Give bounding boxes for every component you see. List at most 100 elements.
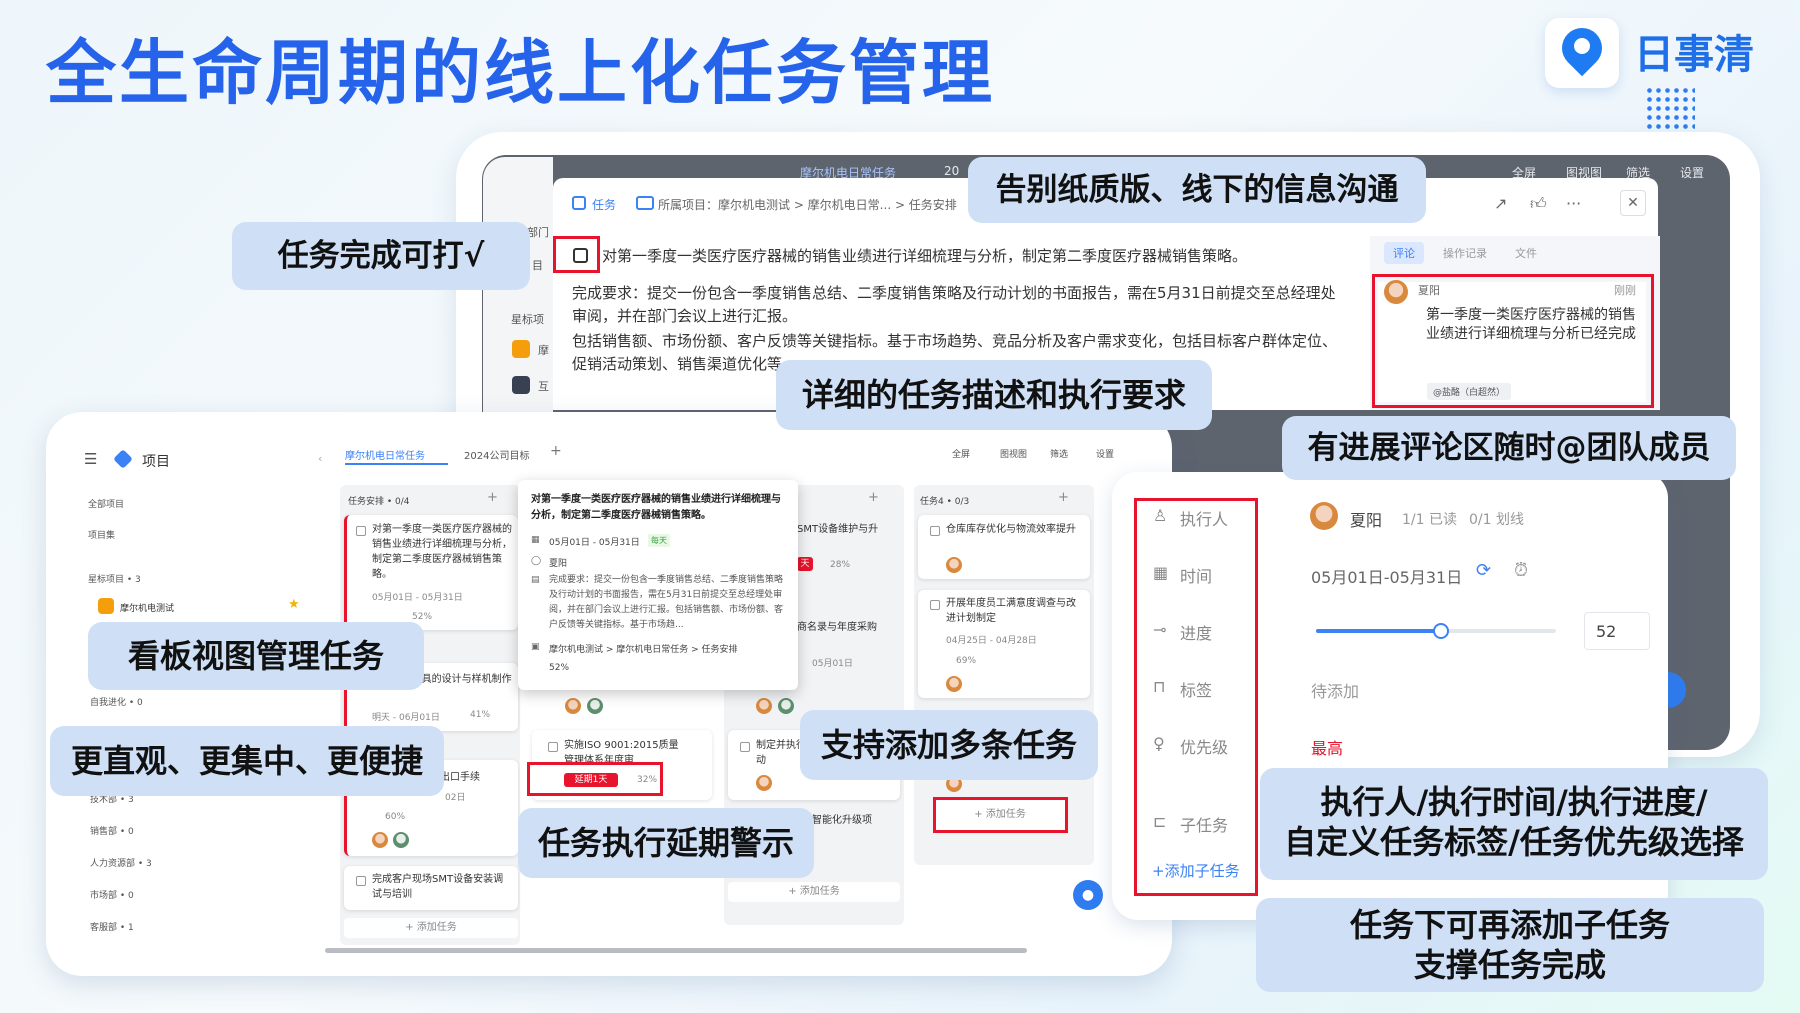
horizontal-scrollbar[interactable] [325,948,1027,953]
sidebar-group[interactable]: 市场部 • 0 [90,888,134,901]
toolbar-settings[interactable]: 设置 [1680,164,1704,181]
star-icon[interactable]: ★ [288,597,300,612]
task-card-progress: 69% [956,656,977,666]
back-sidebar-item[interactable]: 星标项 [511,311,544,327]
callout-intuitive: 更直观、更集中、更便捷 [50,726,444,796]
add-card-icon[interactable]: + [1058,490,1069,505]
progress-input[interactable] [1584,612,1650,650]
sidebar-group[interactable]: 自我进化 • 0 [90,695,143,708]
close-icon[interactable]: ✕ [1620,190,1646,216]
field-progress-label: 进度 [1180,624,1213,643]
callout-fields: 执行人/执行时间/执行进度/ 自定义任务标签/任务优先级选择 [1260,768,1768,880]
task-title[interactable]: 对第一季度一类医疗医疗器械的销售业绩进行详细梳理与分析，制定第二季度医疗器械销售… [602,245,1247,268]
task-checkbox[interactable] [740,742,750,752]
callout-comment: 有进展评论区随时@团队成员 [1282,416,1736,480]
owner-avatar [1310,502,1338,530]
assistant-icon[interactable]: ● [1073,880,1103,910]
avatar [1384,280,1408,304]
task-card-text: 出口手续 [440,772,480,783]
task-card-text: SMT设备维护与升 [797,524,879,535]
tab-active[interactable]: 摩尔机电日常任务 [345,447,425,462]
avatar [946,676,962,692]
share-icon[interactable]: ↗ [1494,194,1507,213]
sidebar-group[interactable]: 销售部 • 0 [90,824,134,837]
popup-title: 对第一季度一类医疗医疗器械的销售业绩进行详细梳理与分析，制定第二季度医疗器械销售… [531,494,781,521]
sidebar-group[interactable]: 客服部 • 1 [90,920,134,933]
user-icon: ◯ [531,556,542,566]
add-card-icon[interactable]: + [487,490,498,505]
task-card-progress: 60% [385,812,406,822]
tab-other[interactable]: 20 [944,164,959,178]
task-card-text: 开展年度员工满意度调查与改进计划制定 [946,598,1076,624]
date-range[interactable]: 05月01日-05月31日 [1311,564,1462,588]
sidebar-group[interactable]: 人力资源部 • 3 [90,856,152,869]
toolbar-view[interactable]: 图视图 [1000,447,1027,460]
task-checkbox[interactable] [548,742,558,752]
tab-files[interactable]: 文件 [1515,245,1537,261]
field-tag-label: 标签 [1180,681,1213,700]
task-card-progress: 32% [637,775,658,785]
avatar [565,698,581,714]
back-sidebar-item[interactable]: 互 [538,378,549,394]
task-card-date: 02日 [445,793,466,803]
mention-chip[interactable]: @盐酪（白超然） [1427,383,1512,400]
tab-other[interactable]: 2024公司目标 [464,447,529,462]
tab-activity-log[interactable]: 操作记录 [1443,245,1487,261]
callout-multi: 支持添加多条任务 [800,710,1098,780]
task-card-text: 完成客户现场SMT设备安装调试与培训 [372,874,504,900]
popup-progress: 52% [549,663,570,673]
priority-value[interactable]: 最高 [1311,735,1343,759]
subtask-icon: ⊏ [1153,812,1167,831]
task-card-text: 仓库库存优化与物流效率提升 [946,524,1076,535]
alarm-icon[interactable]: ⏰︎ [1514,560,1528,581]
tab-underline [345,463,448,465]
add-task-button[interactable]: + 添加任务 [728,882,900,902]
collapse-icon[interactable]: ‹ [318,452,322,465]
back-sidebar-item[interactable]: 目 [532,257,543,273]
more-icon[interactable]: ··· [1566,194,1581,213]
add-card-icon[interactable]: + [868,490,879,505]
comment-text: 第一季度一类医疗医疗器械的销售业绩进行详细梳理与分析已经完成 [1426,307,1636,342]
avatar [946,557,962,573]
callout-subtask-line1: 任务下可再添加子任务 [1349,906,1670,944]
callout-description: 详细的任务描述和执行要求 [776,360,1212,430]
back-sidebar-item[interactable]: 部门 [527,224,549,240]
tab-comments[interactable]: 评论 [1384,242,1424,264]
add-task-button[interactable]: + 添加任务 [940,806,1060,824]
sidebar-starred-item[interactable]: 摩尔机电测试 [120,601,174,614]
nav-title: 项目 [142,454,170,470]
add-subtask-button[interactable]: +添加子任务 [1152,860,1240,881]
callout-complete: 任务完成可打√ [232,222,530,290]
like-icon[interactable]: 👍︎ [1530,194,1547,214]
task-card-text: 智能化升级项 [812,815,872,826]
task-card-date: 04月25日 - 04月28日 [946,636,1037,646]
task-checkbox[interactable] [930,526,940,536]
task-checkbox[interactable] [356,526,366,536]
task-type-tag: 任务 [592,198,617,212]
toolbar-fullscreen[interactable]: 全屏 [952,447,970,460]
back-sidebar-item[interactable]: 摩 [538,342,549,358]
toolbar-settings[interactable]: 设置 [1096,447,1114,460]
callout-delay: 任务执行延期警示 [518,808,814,878]
progress-slider-handle[interactable] [1432,623,1449,639]
sidebar-starred[interactable]: 星标项目 • 3 [88,572,141,585]
menu-icon[interactable]: ☰ [84,450,97,468]
field-time-label: 时间 [1180,567,1213,586]
task-card-date: 05月01日 - 05月31日 [372,593,463,603]
add-task-button[interactable]: + 添加任务 [344,918,518,938]
toolbar-filter[interactable]: 筛选 [1050,447,1068,460]
tag-value[interactable]: 待添加 [1311,678,1359,702]
breadcrumb[interactable]: 所属项目：摩尔机电测试 > 摩尔机电日常... > 任务安排 [658,196,957,213]
callout-subtask: 任务下可再添加子任务 支撑任务完成 [1256,898,1764,992]
task-checkbox[interactable] [930,600,940,610]
sidebar-all-projects[interactable]: 全部项目 [88,497,124,510]
task-card-text: 制定并执行 动 [756,740,806,766]
task-checkbox[interactable] [356,876,366,886]
popup-description: 完成要求：提交一份包含一季度销售总结、二季度销售策略及行动计划的书面报告，需在5… [549,575,784,630]
owner-name[interactable]: 夏阳 [1350,507,1382,531]
add-tab-icon[interactable]: + [550,443,562,459]
sidebar-project-sets[interactable]: 项目集 [88,528,115,541]
repeat-icon[interactable]: ⟳ [1476,560,1491,581]
delay-badge: 延期1天 [564,773,618,787]
task-complete-checkbox[interactable] [573,248,588,263]
